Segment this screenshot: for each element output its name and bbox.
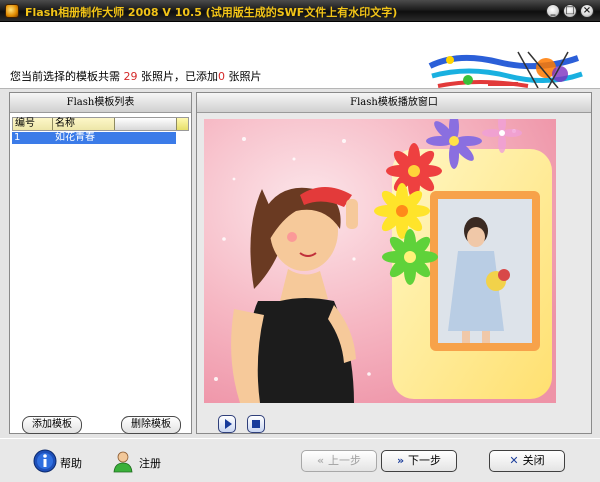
close-button[interactable]: ✕ 关闭 — [489, 450, 565, 472]
title-bar: Flash相册制作大师 2008 V 10.5 (试用版生成的SWF文件上有水印… — [0, 0, 600, 22]
template-list-title: Flash模板列表 — [10, 93, 191, 113]
play-icon — [225, 419, 232, 429]
flash-preview-canvas — [204, 119, 556, 403]
window-title: Flash相册制作大师 2008 V 10.5 (试用版生成的SWF文件上有水印… — [25, 6, 398, 19]
column-name[interactable]: 名称 — [53, 118, 115, 130]
selection-info: 您当前选择的模板共需 29 张照片，已添加0 张照片 — [10, 68, 262, 84]
column-end — [177, 118, 188, 130]
list-item-number: 1 — [14, 132, 21, 143]
close-label: 关闭 — [522, 454, 545, 467]
register-link[interactable]: 注册 — [139, 455, 161, 471]
add-template-button[interactable]: 添加模板 — [22, 416, 82, 434]
prev-label: 上一步 — [328, 454, 362, 467]
info-suffix: 张照片 — [228, 70, 262, 83]
info-prefix: 您当前选择的模板共需 — [10, 70, 120, 83]
delete-template-button[interactable]: 删除模板 — [121, 416, 181, 434]
double-left-icon: « — [316, 454, 325, 467]
close-icon: ✕ — [509, 454, 519, 467]
list-header: 编号 名称 — [12, 117, 189, 131]
close-window-button[interactable]: × — [580, 4, 594, 18]
list-item[interactable]: 1 如花青春 — [12, 132, 176, 144]
app-icon — [5, 4, 19, 18]
stop-icon — [252, 420, 260, 428]
logo-image — [428, 48, 586, 92]
next-label: 下一步 — [408, 454, 442, 467]
column-number[interactable]: 编号 — [13, 118, 53, 130]
column-spacer — [115, 118, 177, 130]
next-step-button[interactable]: » 下一步 — [381, 450, 457, 472]
stop-button[interactable] — [247, 415, 265, 433]
added-count: 0 — [218, 70, 225, 83]
preview-panel: Flash模板播放窗口 — [196, 92, 592, 434]
main-area: Flash模板列表 编号 名称 1 如花青春 添加模板 删除模板 Flash模板… — [0, 88, 600, 438]
play-button[interactable] — [218, 415, 236, 433]
prev-step-button[interactable]: «上一步 — [301, 450, 377, 472]
footer: 帮助 注册 «上一步 » 下一步 ✕ 关闭 — [0, 438, 600, 482]
maximize-button[interactable]: □ — [563, 4, 577, 18]
required-count: 29 — [123, 70, 138, 83]
template-list-panel: Flash模板列表 编号 名称 1 如花青春 添加模板 删除模板 — [9, 92, 192, 434]
minimize-button[interactable]: _ — [546, 4, 560, 18]
help-link[interactable]: 帮助 — [60, 455, 82, 471]
header: 您当前选择的模板共需 29 张照片，已添加0 张照片 — [0, 22, 600, 92]
user-icon[interactable] — [111, 449, 135, 473]
info-circle-icon[interactable] — [33, 449, 57, 473]
preview-title: Flash模板播放窗口 — [197, 93, 591, 113]
double-right-icon: » — [396, 454, 405, 467]
info-middle: 张照片，已添加 — [141, 70, 218, 83]
list-item-name: 如花青春 — [55, 132, 95, 143]
